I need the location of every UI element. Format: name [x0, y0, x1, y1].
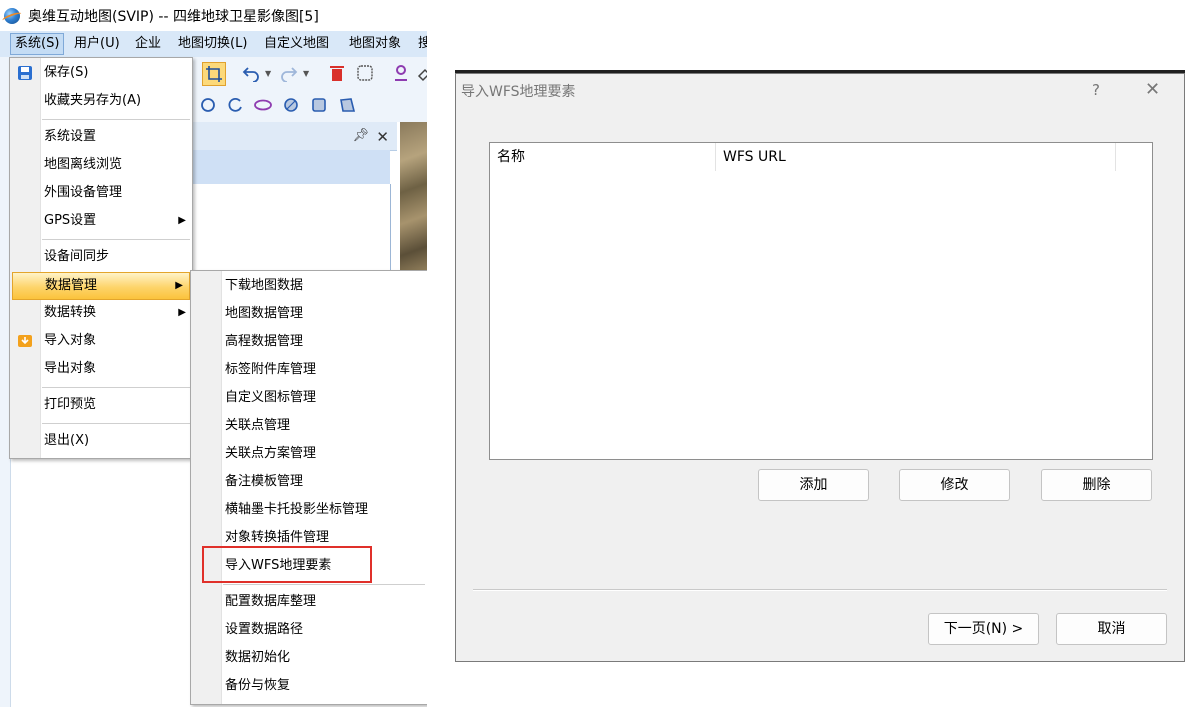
menu-item-save[interactable]: 保存(S) [10, 60, 192, 86]
menu-search[interactable]: 搜 [414, 34, 427, 54]
menu-item-utm-coordinates[interactable]: 横轴墨卡托投影坐标管理 [191, 497, 427, 523]
menu-map-switch[interactable]: 地图切换(L) [174, 34, 251, 54]
next-page-button[interactable]: 下一页(N) > [928, 613, 1039, 645]
panel-close-icon[interactable]: ✕ [376, 128, 389, 146]
help-icon[interactable]: ? [1092, 81, 1100, 99]
menu-item-download-map-data[interactable]: 下载地图数据 [191, 273, 427, 299]
eraser-icon[interactable] [414, 62, 427, 84]
menu-item-linked-point-schemes[interactable]: 关联点方案管理 [191, 441, 427, 467]
delete-button[interactable]: 删除 [1041, 469, 1152, 501]
title-bar: 奥维互动地图(SVIP) -- 四维地球卫星影像图[5] [0, 0, 427, 31]
close-icon[interactable]: ✕ [1145, 79, 1160, 100]
satellite-map-view[interactable] [400, 122, 427, 270]
submenu-arrow-icon: ▶ [175, 280, 183, 291]
menu-separator [42, 119, 190, 120]
menu-item-map-data-management[interactable]: 地图数据管理 [191, 301, 427, 327]
delete-icon[interactable] [326, 62, 348, 84]
menu-item-elevation-data[interactable]: 高程数据管理 [191, 329, 427, 355]
side-panel-body [192, 184, 391, 270]
menu-separator [42, 387, 190, 388]
pin-icon[interactable]: 📌︎ [352, 128, 369, 143]
system-menu: 保存(S) 收藏夹另存为(A) 系统设置 地图离线浏览 外围设备管理 GPS设置… [9, 57, 193, 459]
column-header-name[interactable]: 名称 [490, 143, 716, 171]
menu-item-data-conversion[interactable]: 数据转换 ▶ [10, 300, 192, 326]
edit-button[interactable]: 修改 [899, 469, 1010, 501]
menu-separator [42, 239, 190, 240]
menu-item-import-objects[interactable]: 导入对象 [10, 328, 192, 354]
wfs-list-view[interactable]: 名称 WFS URL [489, 142, 1153, 460]
polygon-tool-icon[interactable] [336, 94, 358, 116]
import-folder-icon [18, 335, 32, 347]
filled-square-tool-icon[interactable] [308, 94, 330, 116]
save-icon [18, 66, 32, 80]
redo-dropdown-icon[interactable]: ▼ [303, 69, 309, 78]
menu-item-exit[interactable]: 退出(X) [10, 428, 192, 454]
menu-item-peripheral-devices[interactable]: 外围设备管理 [10, 180, 192, 206]
menu-system[interactable]: 系统(S) [10, 33, 65, 55]
cancel-button[interactable]: 取消 [1056, 613, 1167, 645]
add-button[interactable]: 添加 [758, 469, 869, 501]
menu-separator [223, 584, 425, 585]
window-title: 奥维互动地图(SVIP) -- 四维地球卫星影像图[5] [28, 9, 319, 25]
app-logo-icon [4, 8, 20, 24]
toolbar-row-1: ▼ ▼ [192, 57, 427, 91]
menu-item-device-sync[interactable]: 设备间同步 [10, 244, 192, 270]
menu-item-data-init[interactable]: 数据初始化 [191, 645, 427, 671]
filled-circle-tool-icon[interactable] [280, 94, 302, 116]
app-window: 奥维互动地图(SVIP) -- 四维地球卫星影像图[5] 系统(S) 用户(U)… [0, 0, 427, 707]
menu-enterprise[interactable]: 企业 [131, 34, 165, 54]
menu-item-offline-browse[interactable]: 地图离线浏览 [10, 152, 192, 178]
menu-custom-map[interactable]: 自定义地图 [260, 34, 333, 54]
circle-tool-icon[interactable] [197, 94, 219, 116]
side-panel-band [192, 150, 390, 184]
column-header-wfs-url[interactable]: WFS URL [716, 143, 1116, 171]
annotation-highlight-box [202, 546, 372, 583]
undo-icon[interactable] [240, 62, 262, 84]
menu-map-objects[interactable]: 地图对象 [345, 34, 405, 54]
menu-item-config-db-cleanup[interactable]: 配置数据库整理 [191, 589, 427, 615]
menu-item-linked-points[interactable]: 关联点管理 [191, 413, 427, 439]
menu-item-set-data-path[interactable]: 设置数据路径 [191, 617, 427, 643]
import-wfs-dialog: 导入WFS地理要素 ? ✕ 名称 WFS URL 添加 修改 删除 下一页(N)… [455, 73, 1185, 662]
menu-item-save-favorites-as[interactable]: 收藏夹另存为(A) [10, 88, 192, 114]
submenu-arrow-icon: ▶ [178, 215, 186, 226]
arc-tool-icon[interactable] [224, 94, 246, 116]
ellipse-tool-icon[interactable] [252, 94, 274, 116]
menu-item-print-preview[interactable]: 打印预览 [10, 392, 192, 418]
menu-separator [42, 423, 190, 424]
undo-dropdown-icon[interactable]: ▼ [265, 69, 271, 78]
menu-item-system-settings[interactable]: 系统设置 [10, 124, 192, 150]
menu-item-tag-attachments[interactable]: 标签附件库管理 [191, 357, 427, 383]
submenu-arrow-icon: ▶ [178, 307, 186, 318]
menu-bar: 系统(S) 用户(U) 企业 地图切换(L) 自定义地图 地图对象 搜 [0, 31, 427, 58]
data-management-submenu: 下载地图数据 地图数据管理 高程数据管理 标签附件库管理 自定义图标管理 关联点… [190, 270, 427, 705]
select-rect-icon[interactable] [354, 62, 376, 84]
menu-item-backup-restore[interactable]: 备份与恢复 [191, 673, 427, 699]
toolbar-row-2 [192, 90, 427, 122]
menu-item-data-management[interactable]: 数据管理 ▶ [12, 272, 190, 300]
menu-item-export-objects[interactable]: 导出对象 [10, 356, 192, 382]
menu-item-note-templates[interactable]: 备注模板管理 [191, 469, 427, 495]
menu-item-gps-settings[interactable]: GPS设置 ▶ [10, 208, 192, 234]
redo-icon[interactable] [278, 62, 300, 84]
dialog-title: 导入WFS地理要素 [461, 84, 576, 100]
marker-icon[interactable] [390, 62, 412, 84]
crop-tool-icon[interactable] [202, 62, 226, 86]
dialog-separator [473, 589, 1167, 591]
menu-item-custom-icons[interactable]: 自定义图标管理 [191, 385, 427, 411]
menu-user[interactable]: 用户(U) [70, 34, 124, 54]
